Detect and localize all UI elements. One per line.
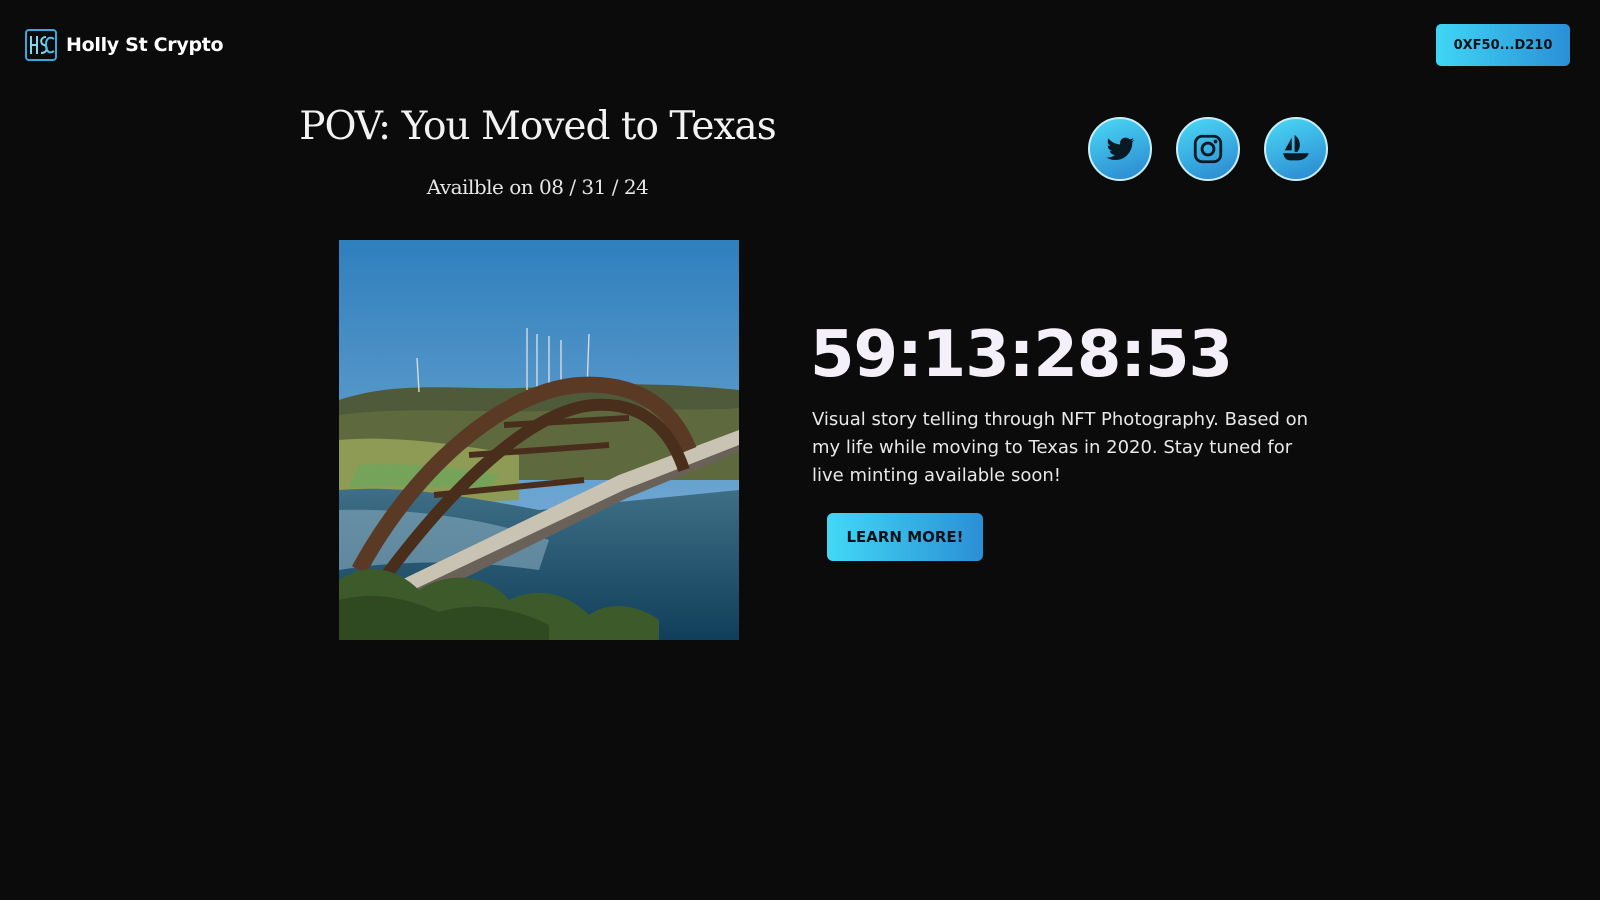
twitter-button[interactable] xyxy=(1088,117,1152,181)
hero-image xyxy=(339,240,739,640)
learn-more-button[interactable]: LEARN MORE! xyxy=(827,513,983,561)
project-description: Visual story telling through NFT Photogr… xyxy=(812,409,1309,486)
twitter-icon xyxy=(1106,137,1136,161)
instagram-button[interactable] xyxy=(1176,117,1240,181)
release-date: Availble on 08 / 31 / 24 xyxy=(426,175,649,199)
opensea-button[interactable] xyxy=(1264,117,1328,181)
bridge-photo xyxy=(339,240,739,640)
wallet-address-button[interactable]: 0XF50...D210 xyxy=(1436,24,1570,66)
hsc-logo-icon xyxy=(25,29,57,61)
brand[interactable]: Holly St Crypto xyxy=(24,28,224,62)
instagram-icon xyxy=(1193,134,1223,164)
opensea-icon xyxy=(1283,134,1309,161)
brand-name: Holly St Crypto xyxy=(66,34,224,56)
page-title: POV: You Moved to Texas xyxy=(299,104,776,149)
countdown-timer: 59:13:28:53 xyxy=(810,318,1233,392)
social-links xyxy=(1088,117,1328,181)
top-bar: Holly St Crypto 0XF50...D210 xyxy=(0,0,1600,90)
